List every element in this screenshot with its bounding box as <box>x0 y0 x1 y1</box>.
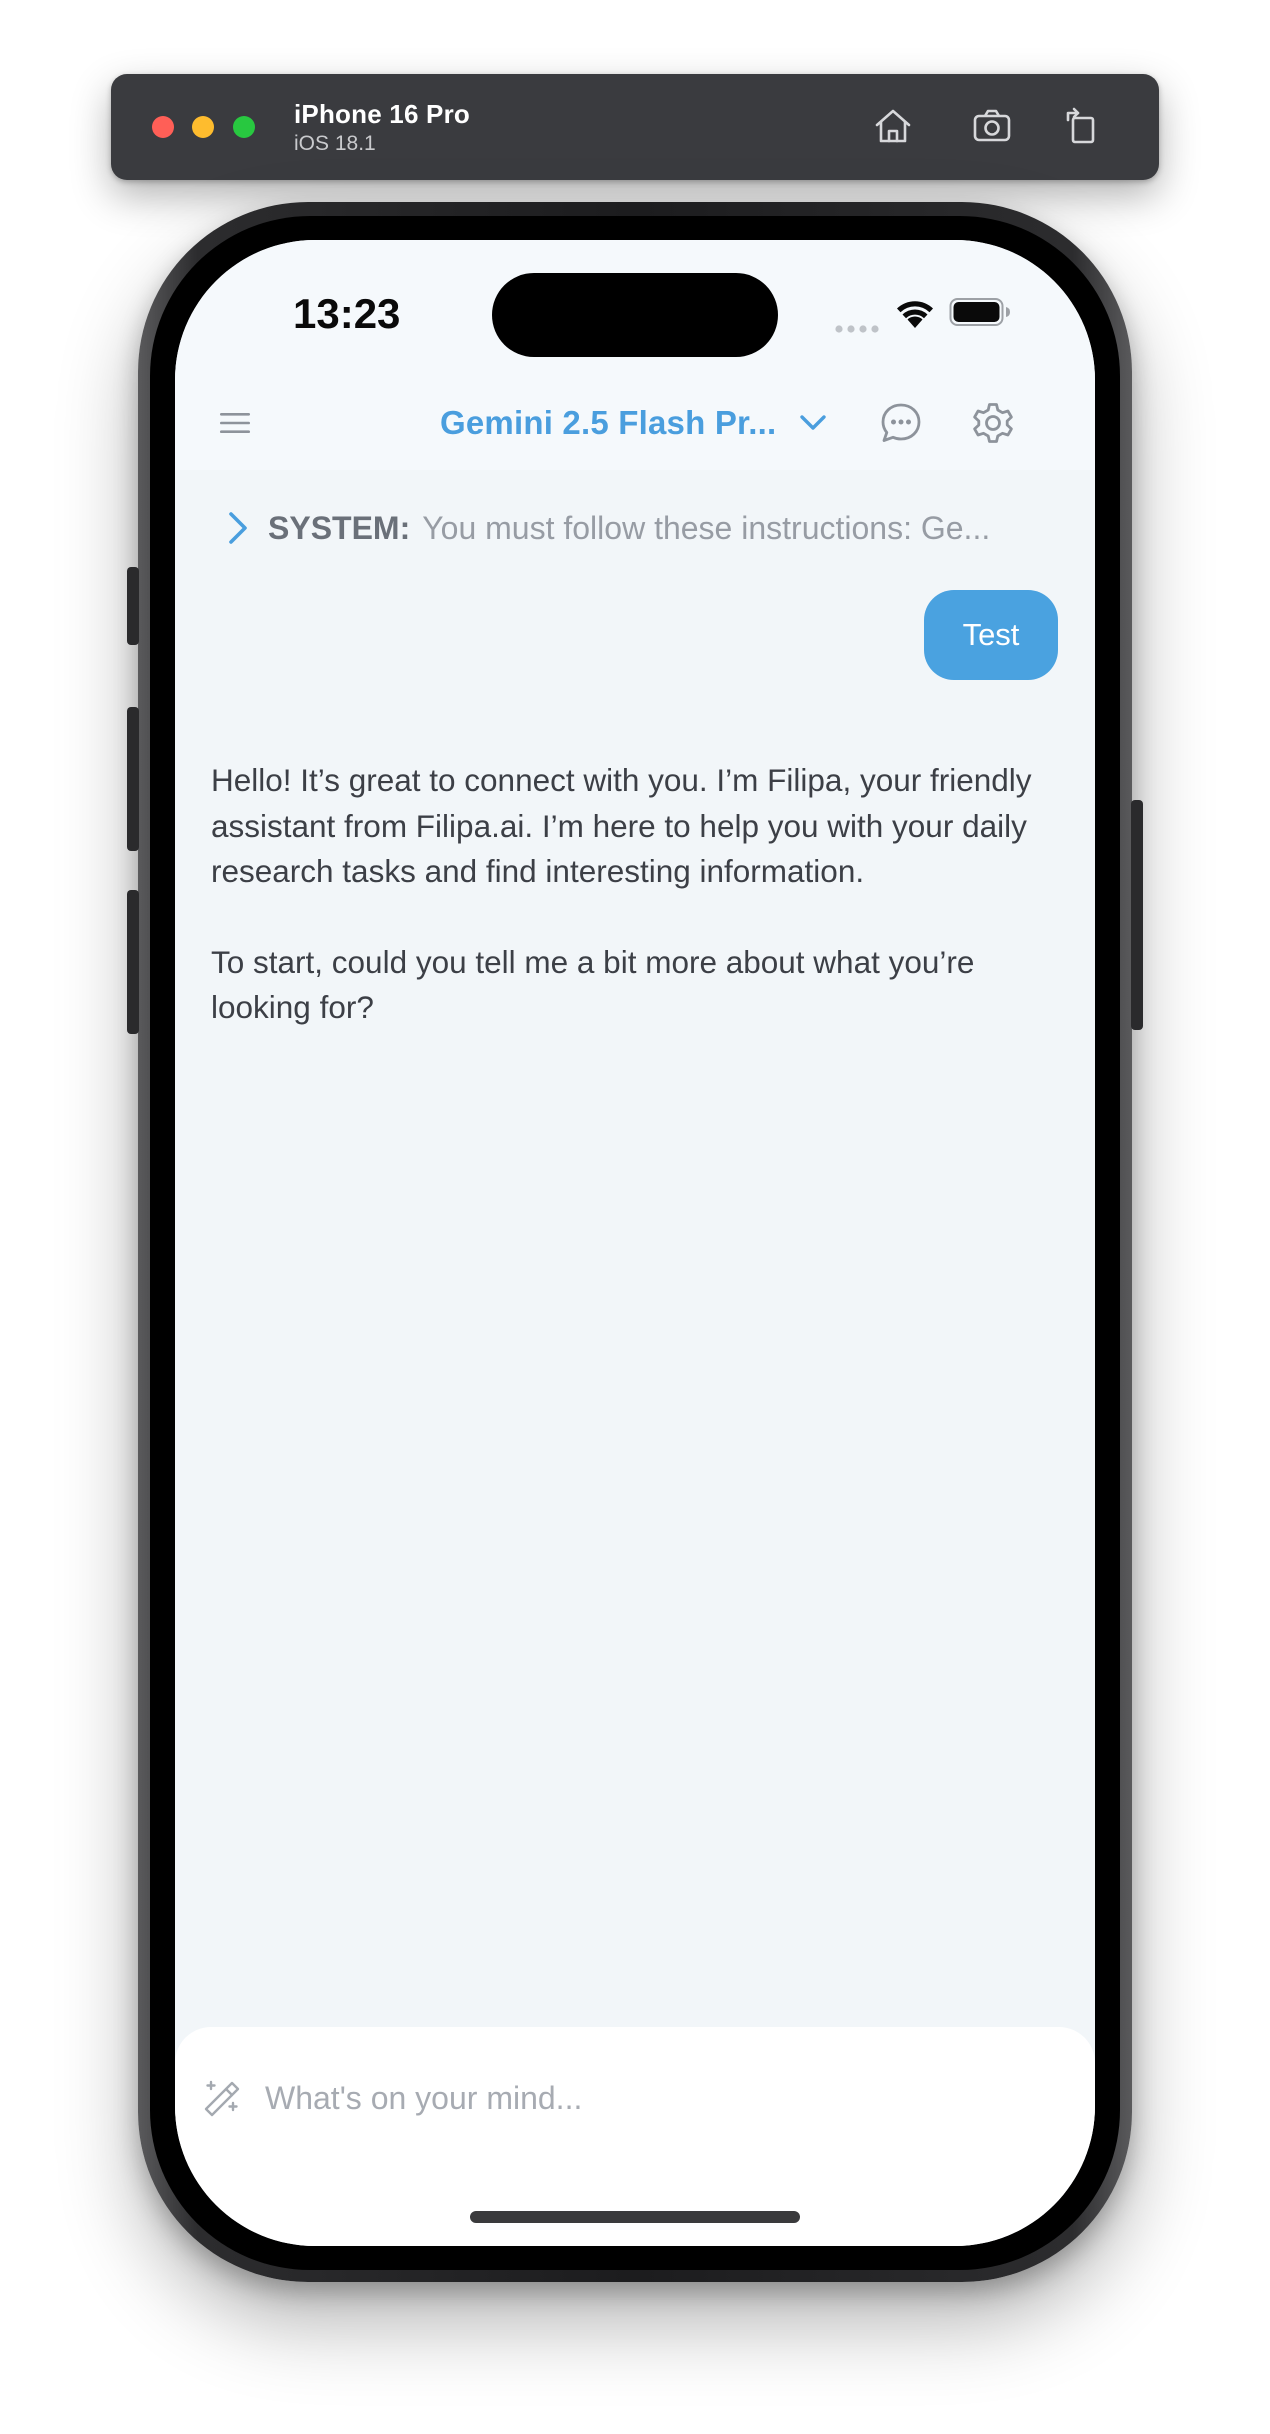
app-screen: 13:23 Gemini 2.5 Flash Pr... SYSTEM: You… <box>175 240 1095 2246</box>
screenshot-icon[interactable] <box>970 104 1014 148</box>
assistant-message: Hello! It’s great to connect with you. I… <box>211 758 1071 1076</box>
rotate-icon[interactable] <box>1059 104 1103 148</box>
assistant-paragraph: To start, could you tell me a bit more a… <box>211 943 975 1026</box>
minimize-window-button[interactable] <box>192 116 214 138</box>
magic-wand-icon[interactable] <box>202 2077 244 2119</box>
wifi-icon <box>897 301 933 328</box>
home-icon[interactable] <box>871 104 915 148</box>
home-indicator[interactable] <box>470 2211 800 2223</box>
device-name: iPhone 16 Pro <box>294 99 470 129</box>
menu-icon[interactable] <box>217 405 253 441</box>
os-version: iOS 18.1 <box>294 132 376 155</box>
volume-down-button <box>127 890 139 1034</box>
user-message-bubble: Test <box>924 590 1058 680</box>
system-prompt-preview: You must follow these instructions: Ge..… <box>422 509 991 546</box>
system-label: SYSTEM: <box>268 509 411 546</box>
close-window-button[interactable] <box>152 116 174 138</box>
assistant-paragraph: Hello! It’s great to connect with you. I… <box>211 762 1032 889</box>
zoom-window-button[interactable] <box>233 116 255 138</box>
message-input[interactable] <box>265 2071 1025 2125</box>
system-prompt-row[interactable]: SYSTEM: You must follow these instructio… <box>220 503 990 553</box>
side-power-button <box>1131 800 1143 1030</box>
chat-bubble-icon[interactable] <box>878 400 924 446</box>
signal-icon <box>835 325 879 333</box>
model-name: Gemini 2.5 Flash Pr... <box>440 404 777 441</box>
model-selector[interactable]: Gemini 2.5 Flash Pr... <box>440 398 828 448</box>
chevron-right-icon <box>229 512 247 544</box>
dynamic-island <box>492 273 778 357</box>
gear-icon[interactable] <box>970 400 1016 446</box>
status-time: 13:23 <box>293 290 401 337</box>
battery-icon <box>949 298 1010 326</box>
action-button <box>127 567 139 645</box>
chevron-down-icon <box>800 415 827 430</box>
volume-up-button <box>127 707 139 851</box>
